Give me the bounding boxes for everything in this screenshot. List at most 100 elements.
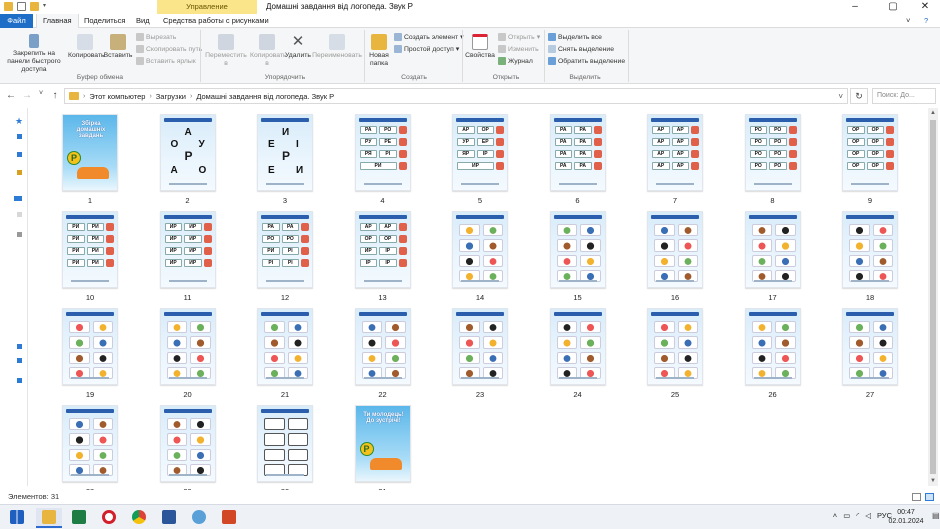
breadcrumb-this-pc[interactable]: Этот компьютер xyxy=(89,92,145,101)
photos-icon[interactable] xyxy=(186,508,212,528)
nav-item-icon[interactable] xyxy=(17,152,22,157)
file-item[interactable]: ИЕРІЕИ3 xyxy=(245,112,325,208)
chevron-down-icon[interactable]: ▾ xyxy=(43,2,49,11)
file-item[interactable]: АОРУАО2 xyxy=(148,112,228,208)
clock[interactable]: 00:47 02.01.2024 xyxy=(882,508,930,526)
file-item[interactable]: 19 xyxy=(50,306,130,402)
search-input[interactable]: Поиск: До... xyxy=(872,88,936,104)
file-item[interactable]: 14 xyxy=(440,209,520,305)
history-button[interactable]: Журнал xyxy=(498,57,533,65)
file-item[interactable]: 16 xyxy=(635,209,715,305)
file-item[interactable]: 26 xyxy=(733,306,813,402)
tab-file[interactable]: Файл xyxy=(0,14,33,28)
file-item[interactable]: 29 xyxy=(148,403,228,499)
file-item[interactable]: РА РО РУ РЕ РЯ РІ РИ 4 xyxy=(343,112,423,208)
breadcrumb-current-folder[interactable]: Домашні завдання від логопеда. Звук Р xyxy=(196,92,334,101)
pin-quick-access-button[interactable]: Закрепить на панели быстрого доступа xyxy=(2,34,66,74)
chrome-icon[interactable] xyxy=(126,508,152,528)
windows-start-icon[interactable] xyxy=(4,508,30,528)
move-to-button[interactable]: Переместить в xyxy=(204,34,248,68)
new-item-button[interactable]: Создать элемент▾ xyxy=(394,33,464,41)
file-item[interactable]: 18 xyxy=(830,209,910,305)
file-item[interactable]: 20 xyxy=(148,306,228,402)
file-item[interactable]: 25 xyxy=(635,306,715,402)
easy-access-button[interactable]: Простой доступ ▾ xyxy=(394,45,459,53)
nav-item-icon[interactable] xyxy=(17,232,22,237)
file-item[interactable]: 15 xyxy=(538,209,618,305)
file-item[interactable]: АР АР АР АР АР АР АР АР 7 xyxy=(635,112,715,208)
wifi-icon[interactable]: ◜ xyxy=(856,511,859,520)
new-folder-button[interactable]: Новая папка xyxy=(366,34,392,68)
recent-chevron-icon[interactable]: ˅ xyxy=(34,90,48,97)
tab-share[interactable]: Поделиться xyxy=(78,14,131,28)
copy-path-button[interactable]: Скопировать путь xyxy=(136,45,202,53)
notifications-icon[interactable]: ▤ xyxy=(932,511,940,523)
properties-button[interactable]: Свойства xyxy=(464,34,496,60)
back-arrow-icon[interactable]: ← xyxy=(4,90,18,101)
network-icon[interactable]: ▭ xyxy=(843,511,850,520)
restore-icon[interactable]: ▢ xyxy=(878,0,908,14)
nav-item-icon[interactable] xyxy=(17,170,22,175)
file-item[interactable]: 23 xyxy=(440,306,520,402)
file-item[interactable]: 22 xyxy=(343,306,423,402)
word-icon[interactable] xyxy=(156,508,182,528)
context-tab-manage[interactable]: Управление xyxy=(157,0,257,14)
tab-home[interactable]: Главная xyxy=(36,14,79,28)
file-item[interactable]: 21 xyxy=(245,306,325,402)
file-item[interactable]: РА РА РА РА РА РА РА РА 6 xyxy=(538,112,618,208)
close-icon[interactable]: ✕ xyxy=(910,0,940,14)
file-item[interactable]: Збірка домашніх завдань Р 1 xyxy=(50,112,130,208)
file-item[interactable]: АР АР ОР ОР ИР ІР ІР ІР 13 xyxy=(343,209,423,305)
opera-icon[interactable] xyxy=(96,508,122,528)
file-item[interactable]: РИ РИ РИ РИ РИ РИ РИ РИ 10 xyxy=(50,209,130,305)
file-item[interactable]: ОР ОР ОР ОР ОР ОР ОР ОР 9 xyxy=(830,112,910,208)
chevron-down-icon[interactable]: ˅ xyxy=(838,92,843,101)
nav-item-icon[interactable] xyxy=(17,344,22,349)
copy-to-button[interactable]: Копировать в xyxy=(250,34,287,68)
new-folder-icon[interactable] xyxy=(30,2,39,11)
file-item[interactable]: Ти молодець! До зустрічі!Р31 xyxy=(343,403,423,499)
file-explorer-icon[interactable] xyxy=(36,508,62,528)
checkmark-icon[interactable] xyxy=(17,2,26,11)
nav-item-icon[interactable] xyxy=(17,358,22,363)
file-item[interactable]: 27 xyxy=(830,306,910,402)
address-path[interactable]: › Этот компьютер › Загрузки › Домашні за… xyxy=(64,88,848,104)
open-button[interactable]: Открыть ▾ xyxy=(498,33,540,41)
copy-button[interactable]: Копировать xyxy=(68,34,105,60)
nav-item-icon[interactable] xyxy=(17,212,22,217)
nav-item-icon[interactable] xyxy=(14,196,22,201)
quick-access-star-icon[interactable]: ★ xyxy=(15,116,23,127)
nav-item-icon[interactable] xyxy=(17,378,22,383)
tab-picture-tools[interactable]: Средства работы с рисунками xyxy=(157,14,275,28)
file-item[interactable]: РО РО РО РО РО РО РО РО 8 xyxy=(733,112,813,208)
file-item[interactable]: 24 xyxy=(538,306,618,402)
rename-button[interactable]: Переименовать xyxy=(312,34,362,60)
minimize-icon[interactable]: – xyxy=(840,0,870,14)
forward-arrow-icon[interactable]: → xyxy=(20,90,34,101)
large-icons-view-icon[interactable] xyxy=(925,493,934,501)
up-arrow-icon[interactable]: ↑ xyxy=(48,90,62,101)
file-grid[interactable]: Збірка домашніх завдань Р 1 А О Р У А О 2 И Е Р І Е И 3 Р… xyxy=(36,108,928,496)
volume-icon[interactable]: ◁ xyxy=(865,511,871,520)
invert-selection-button[interactable]: Обратить выделение xyxy=(548,57,625,65)
file-item[interactable]: РА РА РО РО РИ РІ РІ РІ 12 xyxy=(245,209,325,305)
help-icon[interactable]: ? xyxy=(918,14,934,28)
cut-button[interactable]: Вырезать xyxy=(136,33,176,41)
paste-shortcut-button[interactable]: Вставить ярлык xyxy=(136,57,196,65)
chevron-down-icon[interactable]: ˅ xyxy=(900,14,916,28)
vertical-scrollbar[interactable]: ▲ ▼ xyxy=(928,108,938,486)
scrollbar-thumb[interactable] xyxy=(930,120,936,474)
file-item[interactable]: 30 xyxy=(245,403,325,499)
details-view-icon[interactable] xyxy=(912,493,921,501)
scroll-up-icon[interactable]: ▲ xyxy=(928,108,938,118)
file-item[interactable]: АР ОР УР ЕР ЯР ІР ИР 5 xyxy=(440,112,520,208)
navigation-pane[interactable]: ★ xyxy=(0,108,28,486)
delete-button[interactable]: ✕ Удалить xyxy=(284,34,312,60)
file-item[interactable]: ИР ИР ИР ИР ИР ИР ИР ИР 11 xyxy=(148,209,228,305)
select-none-button[interactable]: Снять выделение xyxy=(548,45,614,53)
nav-item-icon[interactable] xyxy=(17,134,22,139)
select-all-button[interactable]: Выделить все xyxy=(548,33,602,41)
scroll-down-icon[interactable]: ▼ xyxy=(928,476,938,486)
tab-view[interactable]: Вид xyxy=(130,14,156,28)
breadcrumb-downloads[interactable]: Загрузки xyxy=(156,92,186,101)
